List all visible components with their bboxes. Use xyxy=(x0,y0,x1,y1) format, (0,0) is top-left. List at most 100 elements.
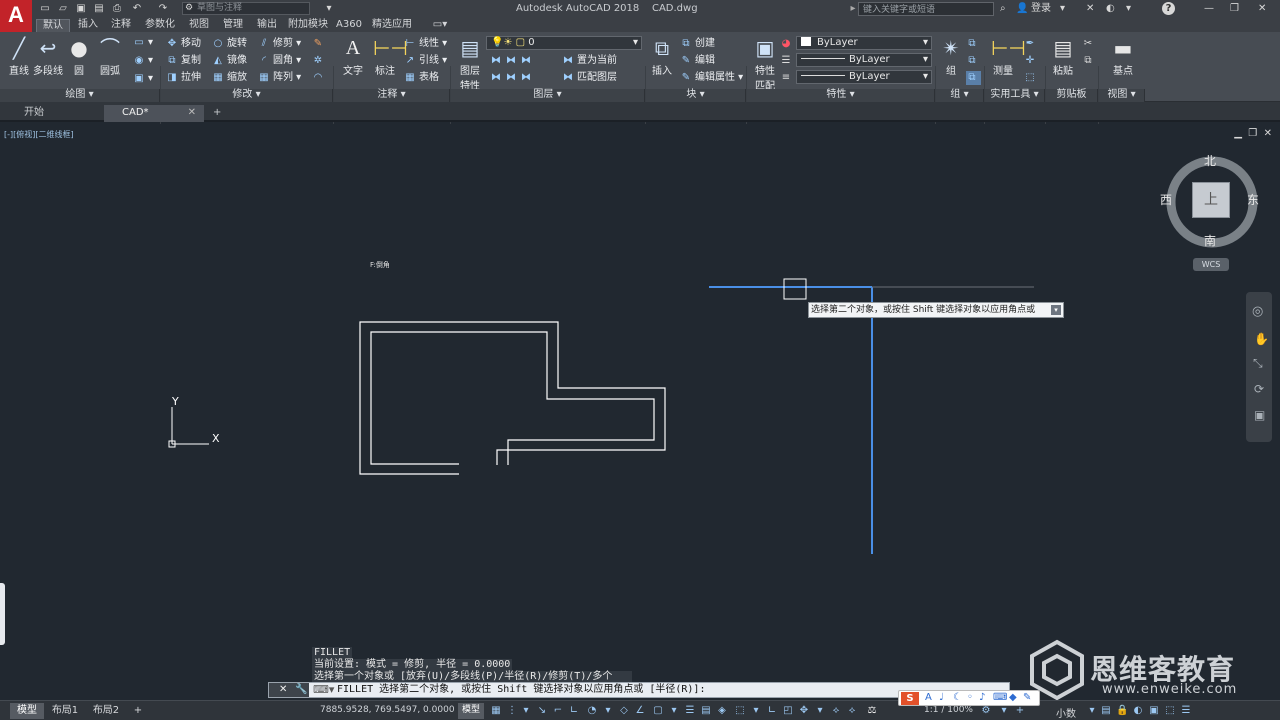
ortho-icon[interactable]: ∟ xyxy=(568,705,580,717)
clean-screen-icon[interactable]: ⬚ xyxy=(1164,705,1176,717)
rotate-tool[interactable]: ○ 旋转 xyxy=(212,37,247,51)
infer-icon[interactable]: ↘ xyxy=(536,705,548,717)
viewcube-west[interactable]: 西 xyxy=(1160,191,1172,208)
line-tool[interactable]: ╱ 直线 xyxy=(2,36,36,77)
ungroup-icon[interactable]: ⧉ xyxy=(966,37,981,51)
redo-icon[interactable]: ↷ xyxy=(156,2,170,15)
close-tab-icon[interactable]: ✕ xyxy=(188,105,196,120)
drawing-canvas[interactable]: [-][俯视][二维线框] ▁ ❐ ✕ X Y F:倒角 选择第二个对象，或按住… xyxy=(0,124,1280,700)
tab-view[interactable]: 视图 xyxy=(182,19,216,32)
layout-tab-model[interactable]: 模型 xyxy=(10,703,44,719)
ime-mode-icon[interactable]: A xyxy=(925,692,932,703)
showmotion-icon[interactable]: ▣ xyxy=(1254,408,1265,422)
make-current-button[interactable]: ⧓ 置为当前 xyxy=(562,54,617,68)
tab-featured-apps[interactable]: 精选应用 xyxy=(368,19,416,32)
polyline-tool[interactable]: ↩ 多段线 xyxy=(32,36,64,77)
osnap-icon[interactable]: ▢ xyxy=(652,705,664,717)
hardware-acceleration-icon[interactable]: ▣ xyxy=(1148,705,1160,717)
lineweight-toggle-icon[interactable]: ☰ xyxy=(684,705,696,717)
share-icon[interactable]: ▾ xyxy=(322,2,336,15)
tab-output[interactable]: 输出 xyxy=(250,19,284,32)
viewcube-north[interactable]: 北 xyxy=(1204,152,1216,169)
selection-cycling-icon[interactable]: ◈ xyxy=(716,705,728,717)
viewcube-south[interactable]: 南 xyxy=(1204,232,1216,249)
view-panel-title[interactable]: 视图 ▾ xyxy=(1099,89,1145,102)
exchange-icon[interactable]: ✕ xyxy=(1086,2,1094,15)
annotation-visibility-icon[interactable]: ⟡ xyxy=(830,705,842,717)
doc-tab-start[interactable]: 开始 xyxy=(6,105,104,122)
3d-osnap-dropdown-icon[interactable]: ▾ xyxy=(750,705,762,717)
lineweight-dropdown[interactable]: ByLayer ▾ xyxy=(796,70,932,84)
group-tool[interactable]: ✴ 组 xyxy=(936,36,966,77)
text-tool[interactable]: A 文字 xyxy=(336,36,370,77)
ime-skin-icon[interactable]: ◆ xyxy=(1009,692,1017,703)
edit-block-button[interactable]: ✎ 编辑 xyxy=(680,54,715,68)
tab-insert[interactable]: 插入 xyxy=(72,19,104,32)
point-icon[interactable]: ✛ xyxy=(1024,54,1039,68)
match-layer-button[interactable]: ⧓ 匹配图层 xyxy=(562,71,617,85)
linear-tool[interactable]: ⊢ 线性 ▾ xyxy=(404,37,448,51)
trim-tool[interactable]: ⫽ 修剪 ▾ xyxy=(258,37,301,51)
new-icon[interactable]: ▭ xyxy=(38,2,52,15)
a360-icon[interactable]: ◐ xyxy=(1106,2,1115,15)
units-dropdown-icon[interactable]: ▾ xyxy=(1086,705,1098,717)
restore-icon[interactable]: ❐ xyxy=(1230,2,1239,15)
saveas-icon[interactable]: ▤ xyxy=(92,2,106,15)
erase-tool[interactable]: ✎ xyxy=(312,37,327,51)
annotation-scale-value[interactable]: 1:1 / 100% xyxy=(924,705,973,715)
polar-icon[interactable]: ◔ xyxy=(586,705,598,717)
polar-dropdown-icon[interactable]: ▾ xyxy=(602,705,614,717)
select-all-icon[interactable]: ⬚ xyxy=(1024,71,1039,85)
properties-panel-title[interactable]: 特性 ▾ xyxy=(747,89,935,102)
annotation-panel-title[interactable]: 注释 ▾ xyxy=(334,89,450,102)
viewcube-east[interactable]: 东 xyxy=(1247,191,1259,208)
layer-tools-row2[interactable]: ⧓ ⧓ ⧓ xyxy=(490,71,535,85)
dynamic-input-icon[interactable]: ⌐ xyxy=(552,705,564,717)
utilities-panel-title[interactable]: 实用工具 ▾ xyxy=(985,89,1045,102)
layout-tab-2[interactable]: 布局2 xyxy=(86,703,126,719)
user-icon[interactable]: 👤 xyxy=(1016,2,1028,15)
table-tool[interactable]: ▦ 表格 xyxy=(404,71,439,85)
color-dropdown[interactable]: ByLayer ▾ xyxy=(796,36,932,50)
groups-panel-title[interactable]: 组 ▾ xyxy=(936,89,984,102)
arc-tool[interactable]: ⌒ 圆弧 xyxy=(93,36,127,77)
grid-icon[interactable]: ▦ xyxy=(490,705,502,717)
binoculars-icon[interactable]: ⌕ xyxy=(1000,2,1006,15)
model-space-button[interactable]: 模型 xyxy=(458,703,484,719)
ime-voice-icon[interactable]: ♪ xyxy=(979,692,985,703)
ribbon-options-icon[interactable]: ▭▾ xyxy=(428,19,452,32)
array-tool[interactable]: ▦ 阵列 ▾ xyxy=(258,71,301,85)
cmd-recent-icon[interactable]: ⌨▾ xyxy=(313,683,334,696)
ime-punct-icon[interactable]: ♩ xyxy=(939,692,944,703)
tooltip-expand-icon[interactable]: ▾ xyxy=(1051,305,1061,315)
edit-attributes-button[interactable]: ✎ 编辑属性 ▾ xyxy=(680,71,743,85)
cmd-customize-icon[interactable]: 🔧 xyxy=(295,683,307,697)
quick-calc-icon[interactable]: ✒ xyxy=(1024,37,1039,51)
measure-tool[interactable]: ⊢⊣ 测量 xyxy=(986,36,1026,77)
scale-tool[interactable]: ▦ 缩放 xyxy=(212,71,247,85)
palette-handle[interactable] xyxy=(0,583,5,645)
modify-panel-title[interactable]: 修改 ▾ xyxy=(161,89,333,102)
tab-a360[interactable]: A360 xyxy=(332,19,366,32)
doc-tab-cad[interactable]: CAD* ✕ xyxy=(104,105,204,122)
search-input[interactable] xyxy=(858,2,994,16)
minimize-icon[interactable]: — xyxy=(1204,2,1214,15)
ime-comma-icon[interactable]: ◦ xyxy=(967,692,973,703)
layer-tools-row1[interactable]: ⧓ ⧓ ⧓ xyxy=(490,54,535,68)
layer-properties-tool[interactable]: ▤ 图层 特性 xyxy=(453,36,487,92)
snap-icon[interactable]: ⋮ xyxy=(506,705,518,717)
help-dropdown-icon[interactable]: ▾ xyxy=(1126,2,1131,15)
group-edit-icon[interactable]: ⧉ xyxy=(966,54,981,68)
copy-tool[interactable]: ⧉ 复制 xyxy=(166,54,201,68)
lock-ui-icon[interactable]: 🔒 xyxy=(1116,705,1128,717)
viewcube[interactable]: 北 南 西 东 上 WCS xyxy=(1160,152,1265,277)
help-icon[interactable]: ? xyxy=(1162,2,1175,15)
osnap-dropdown-icon[interactable]: ▾ xyxy=(668,705,680,717)
match-properties-tool[interactable]: ▣ 特性 匹配 xyxy=(748,36,782,92)
tab-home[interactable]: 默认 xyxy=(36,19,70,32)
layout-tab-1[interactable]: 布局1 xyxy=(46,703,84,719)
tab-addins[interactable]: 附加模块 xyxy=(284,19,332,32)
ime-toolbar[interactable]: S A ♩ ☾ ◦ ♪ ⌨ ◆ ✎ xyxy=(898,690,1040,706)
quick-properties-icon[interactable]: ▤ xyxy=(1100,705,1112,717)
layers-panel-title[interactable]: 图层 ▾ xyxy=(451,89,645,102)
